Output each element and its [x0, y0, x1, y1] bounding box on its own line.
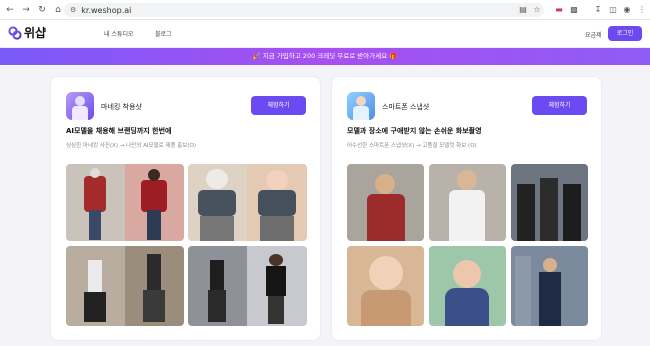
- site-info-icon[interactable]: ⚙: [70, 6, 76, 14]
- card-subtext: 어수선한 스마트폰 스냅샷(X) → 고품질 모델컷 화보 (O): [347, 143, 477, 149]
- star-icon[interactable]: ☆: [531, 4, 543, 16]
- card-subtext: 심심한 마네킹 사진(X) → 나만의 AI모델로 제품 홍보(O): [66, 143, 196, 149]
- card-headline: 모델과 장소에 구애받지 않는 손쉬운 화보촬영: [347, 127, 482, 135]
- card-title: 스마트폰 스냅샷: [382, 103, 430, 111]
- mannequin-gallery: [66, 164, 307, 326]
- address-bar[interactable]: ⚙ kr.weshop.ai: [64, 3, 544, 17]
- card-title: 마네킹 착용샷: [101, 103, 142, 111]
- reload-icon[interactable]: ↻: [36, 4, 48, 16]
- try-button[interactable]: 체험하기: [532, 96, 587, 115]
- gallery-image[interactable]: [429, 246, 506, 326]
- nav-blog[interactable]: 블로그: [155, 29, 172, 38]
- translate-icon[interactable]: ▤: [517, 4, 529, 16]
- try-button[interactable]: 체험하기: [251, 96, 306, 115]
- logo-text: 위샵: [24, 26, 47, 40]
- promo-banner[interactable]: 🎉 지금 가입하고 200 크레딧 무료로 받아가세요 🎁: [0, 48, 650, 65]
- url-text: kr.weshop.ai: [81, 5, 132, 15]
- forward-icon[interactable]: →: [20, 4, 32, 16]
- home-icon[interactable]: ⌂: [52, 4, 64, 16]
- snapshot-card: 스마트폰 스냅샷 체험하기 모델과 장소에 구애받지 않는 손쉬운 화보촬영 어…: [331, 76, 602, 341]
- sidepanel-icon[interactable]: ◫: [607, 4, 619, 16]
- gallery-image[interactable]: [347, 246, 424, 326]
- gallery-image[interactable]: [66, 246, 184, 326]
- gallery-image[interactable]: [66, 164, 184, 241]
- login-button[interactable]: 로그인: [608, 26, 642, 41]
- nav-pricing[interactable]: 요금제: [585, 30, 602, 39]
- gallery-image[interactable]: [511, 246, 588, 326]
- browser-toolbar: ← → ↻ ⌂ ⚙ kr.weshop.ai ▤ ☆ ▬ ▩ ↧ ◫ ◉ ⋮: [0, 0, 650, 20]
- puzzle-icon[interactable]: ▩: [568, 4, 580, 16]
- mannequin-card: 마네킹 착용샷 체험하기 AI모델을 채용해 브랜딩까지 한번에 심심한 마네킹…: [50, 76, 321, 341]
- gallery-image[interactable]: [511, 164, 588, 241]
- nav-my-studio[interactable]: 내 스튜디오: [104, 29, 134, 38]
- download-icon[interactable]: ↧: [592, 4, 604, 16]
- gallery-image[interactable]: [188, 164, 307, 241]
- menu-icon[interactable]: ⋮: [636, 4, 648, 16]
- profile-icon[interactable]: ◉: [621, 4, 633, 16]
- mannequin-thumbnail: [66, 92, 94, 120]
- back-icon[interactable]: ←: [4, 4, 16, 16]
- gallery-image[interactable]: [347, 164, 424, 241]
- site-header: 위샵 내 스튜디오 블로그 요금제 로그인: [0, 20, 650, 48]
- extension-icon[interactable]: ▬: [553, 4, 565, 16]
- snapshot-gallery: [347, 164, 588, 326]
- gallery-image[interactable]: [429, 164, 506, 241]
- logo[interactable]: 위샵: [8, 24, 46, 41]
- card-headline: AI모델을 채용해 브랜딩까지 한번에: [66, 127, 172, 135]
- gallery-image[interactable]: [188, 246, 307, 326]
- logo-icon: [8, 25, 22, 40]
- snapshot-thumbnail: [347, 92, 375, 120]
